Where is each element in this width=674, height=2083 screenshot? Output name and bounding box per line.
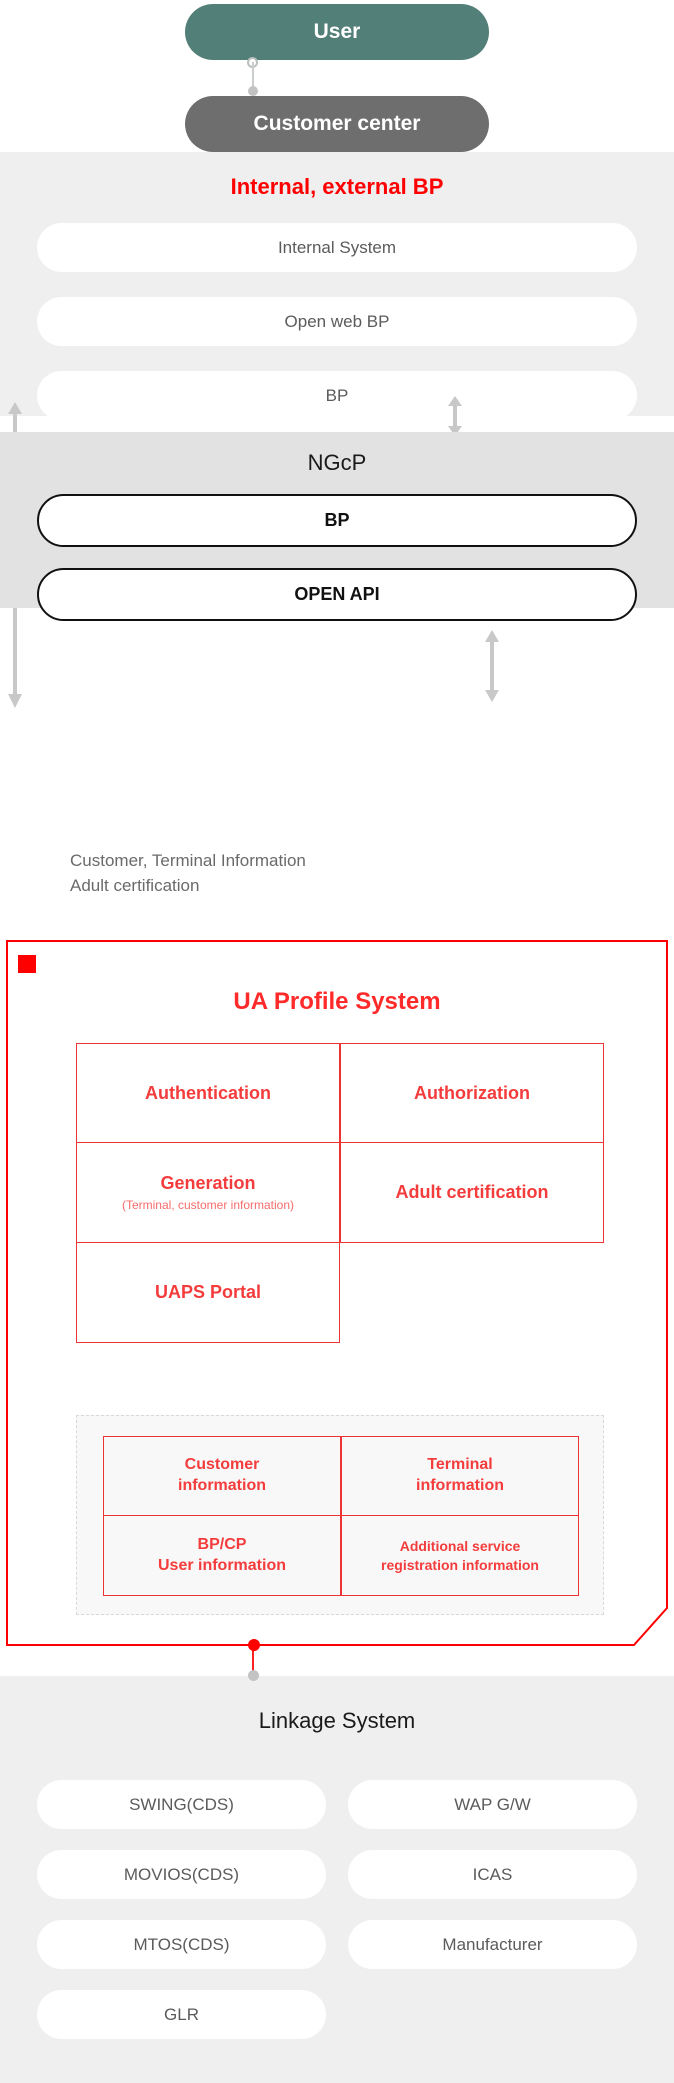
uaps-cell-label: UAPS Portal bbox=[154, 1282, 262, 1302]
uaps-function-grid: Authentication Authorization Generation … bbox=[76, 1043, 604, 1343]
uaps-function-row: Generation (Terminal, customer informati… bbox=[76, 1143, 604, 1243]
uaps-cell-label: Authorization bbox=[414, 1082, 530, 1103]
linkage-item-label: MTOS(CDS) bbox=[133, 1934, 230, 1954]
bp-item-label: BP bbox=[325, 385, 349, 405]
bp-item-internal-system[interactable]: Internal System bbox=[37, 223, 637, 272]
linkage-item-label: Manufacturer bbox=[442, 1934, 543, 1954]
bp-item-label: Internal System bbox=[277, 237, 397, 257]
linkage-item-icas[interactable]: ICAS bbox=[348, 1850, 637, 1899]
uaps-linkage-connector-red-dot-icon bbox=[248, 1639, 260, 1651]
band-linkage-system: Linkage System SWING(CDS) MOVIOS(CDS) MT… bbox=[0, 1676, 674, 2083]
uaps-panel: UA Profile System Authentication Authori… bbox=[6, 940, 668, 1646]
ngcp-item-open-api[interactable]: OPEN API bbox=[37, 568, 637, 621]
bp-item-label: Open web BP bbox=[284, 311, 390, 331]
uaps-title: UA Profile System bbox=[233, 988, 441, 1015]
band-linkage-title: Linkage System bbox=[258, 1708, 416, 1733]
arrow-up-down-icon-top bbox=[448, 396, 462, 436]
ngcp-item-label: OPEN API bbox=[294, 584, 380, 605]
linkage-item-wap-gw[interactable]: WAP G/W bbox=[348, 1780, 637, 1829]
ngcp-item-label: BP bbox=[324, 510, 350, 531]
actor-customer-center[interactable]: Customer center bbox=[185, 96, 489, 152]
uaps-data-cell-bpcp-user-information[interactable]: BP/CP User information bbox=[103, 1516, 341, 1596]
actor-user-label: User bbox=[313, 19, 361, 43]
uaps-cell-uaps-portal[interactable]: UAPS Portal bbox=[76, 1243, 340, 1343]
linkage-item-label: GLR bbox=[164, 2004, 199, 2024]
uaps-data-grid: Customer information Terminal informatio… bbox=[103, 1436, 579, 1596]
uaps-data-row: Customer information Terminal informatio… bbox=[103, 1436, 579, 1516]
flow-label: Customer, Terminal Information Adult cer… bbox=[70, 851, 306, 895]
linkage-item-manufacturer[interactable]: Manufacturer bbox=[348, 1920, 637, 1969]
linkage-item-mtos-cds[interactable]: MTOS(CDS) bbox=[37, 1920, 326, 1969]
uaps-data-cell-customer-information[interactable]: Customer information bbox=[103, 1436, 341, 1516]
linkage-item-label: WAP G/W bbox=[454, 1794, 531, 1814]
uaps-cell-authorization[interactable]: Authorization bbox=[340, 1043, 604, 1143]
diagram-canvas: User Customer center Internal, external … bbox=[0, 0, 674, 2083]
band-ngcp: NGcP BP OPEN API bbox=[0, 432, 674, 621]
uaps-data-row: BP/CP User information Additional servic… bbox=[103, 1516, 579, 1596]
red-square-marker-icon bbox=[18, 955, 36, 973]
linkage-item-movios-cds[interactable]: MOVIOS(CDS) bbox=[37, 1850, 326, 1899]
uaps-cell-authentication[interactable]: Authentication bbox=[76, 1043, 340, 1143]
band-ngcp-title: NGcP bbox=[307, 450, 367, 475]
uaps-linkage-connector-grey-dot-icon bbox=[248, 1670, 259, 1681]
ngcp-item-bp[interactable]: BP bbox=[37, 494, 637, 547]
band-bp-title: Internal, external BP bbox=[230, 174, 444, 199]
linkage-item-swing-cds[interactable]: SWING(CDS) bbox=[37, 1780, 326, 1829]
linkage-item-label: ICAS bbox=[472, 1864, 513, 1884]
uaps-data-cell-additional-service-registration-information[interactable]: Additional service registration informat… bbox=[341, 1516, 579, 1596]
uaps-cell-generation[interactable]: Generation (Terminal, customer informati… bbox=[76, 1143, 340, 1243]
uaps-data-panel: Customer information Terminal informatio… bbox=[76, 1415, 604, 1615]
linkage-item-label: MOVIOS(CDS) bbox=[123, 1864, 240, 1884]
uaps-cell-empty bbox=[340, 1243, 604, 1343]
arrow-down-icon-left bbox=[8, 660, 22, 708]
uaps-cell-adult-certification[interactable]: Adult certification bbox=[340, 1143, 604, 1243]
band-internal-external-bp: Internal, external BP Internal System Op… bbox=[0, 152, 674, 420]
actor-user[interactable]: User bbox=[185, 4, 489, 60]
uaps-function-row: Authentication Authorization bbox=[76, 1043, 604, 1143]
bp-item-bp[interactable]: BP bbox=[37, 371, 637, 420]
uaps-data-cell-terminal-information[interactable]: Terminal information bbox=[341, 1436, 579, 1516]
linkage-item-glr[interactable]: GLR bbox=[37, 1990, 326, 2039]
uaps-function-row: UAPS Portal bbox=[76, 1243, 604, 1343]
uaps-cell-sublabel: (Terminal, customer information) bbox=[121, 1198, 295, 1212]
uaps-cell-label: Adult certification bbox=[395, 1182, 549, 1202]
linkage-item-label: SWING(CDS) bbox=[129, 1794, 234, 1814]
uaps-cell-label: Authentication bbox=[145, 1082, 271, 1103]
bp-item-open-web-bp[interactable]: Open web BP bbox=[37, 297, 637, 346]
actor-customer-center-label: Customer center bbox=[253, 111, 421, 135]
arrow-up-down-icon-bottom bbox=[485, 630, 499, 702]
uaps-cell-label: Generation bbox=[160, 1173, 256, 1193]
connector-dot-icon bbox=[248, 86, 258, 96]
